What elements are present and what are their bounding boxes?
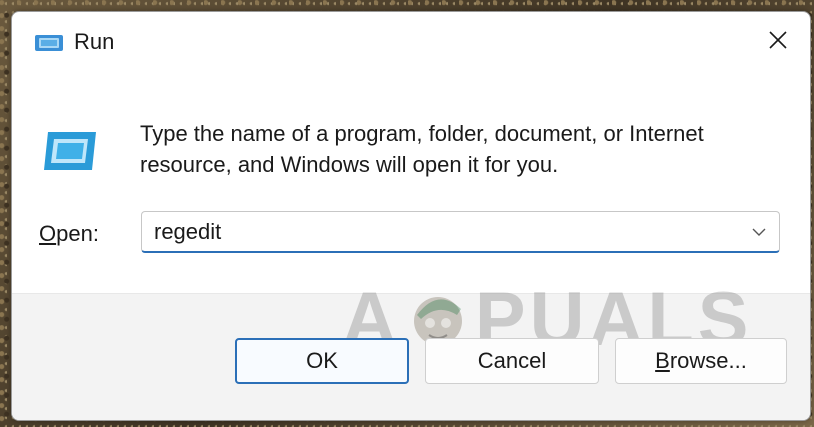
ok-button[interactable]: OK	[235, 338, 409, 384]
run-dialog: Run Type the name of a program, folder, …	[11, 11, 811, 421]
window-title: Run	[74, 29, 115, 54]
cancel-button[interactable]: Cancel	[425, 338, 599, 384]
chevron-down-icon[interactable]	[749, 222, 769, 242]
description-text: Type the name of a program, folder, docu…	[140, 121, 704, 177]
close-button[interactable]	[756, 20, 800, 60]
browse-button[interactable]: Browse...	[615, 338, 787, 384]
run-icon	[44, 132, 96, 170]
open-label-accesskey: O	[39, 221, 57, 246]
browse-label: rowse...	[669, 348, 747, 373]
browse-accesskey: B	[655, 348, 670, 373]
open-label-text: pen:	[56, 221, 99, 246]
close-icon	[769, 31, 787, 49]
open-input[interactable]	[154, 217, 734, 247]
open-label: Open:	[39, 221, 99, 247]
title-bar[interactable]: Run	[12, 12, 810, 70]
open-combobox[interactable]	[141, 211, 780, 253]
run-icon	[35, 35, 63, 51]
